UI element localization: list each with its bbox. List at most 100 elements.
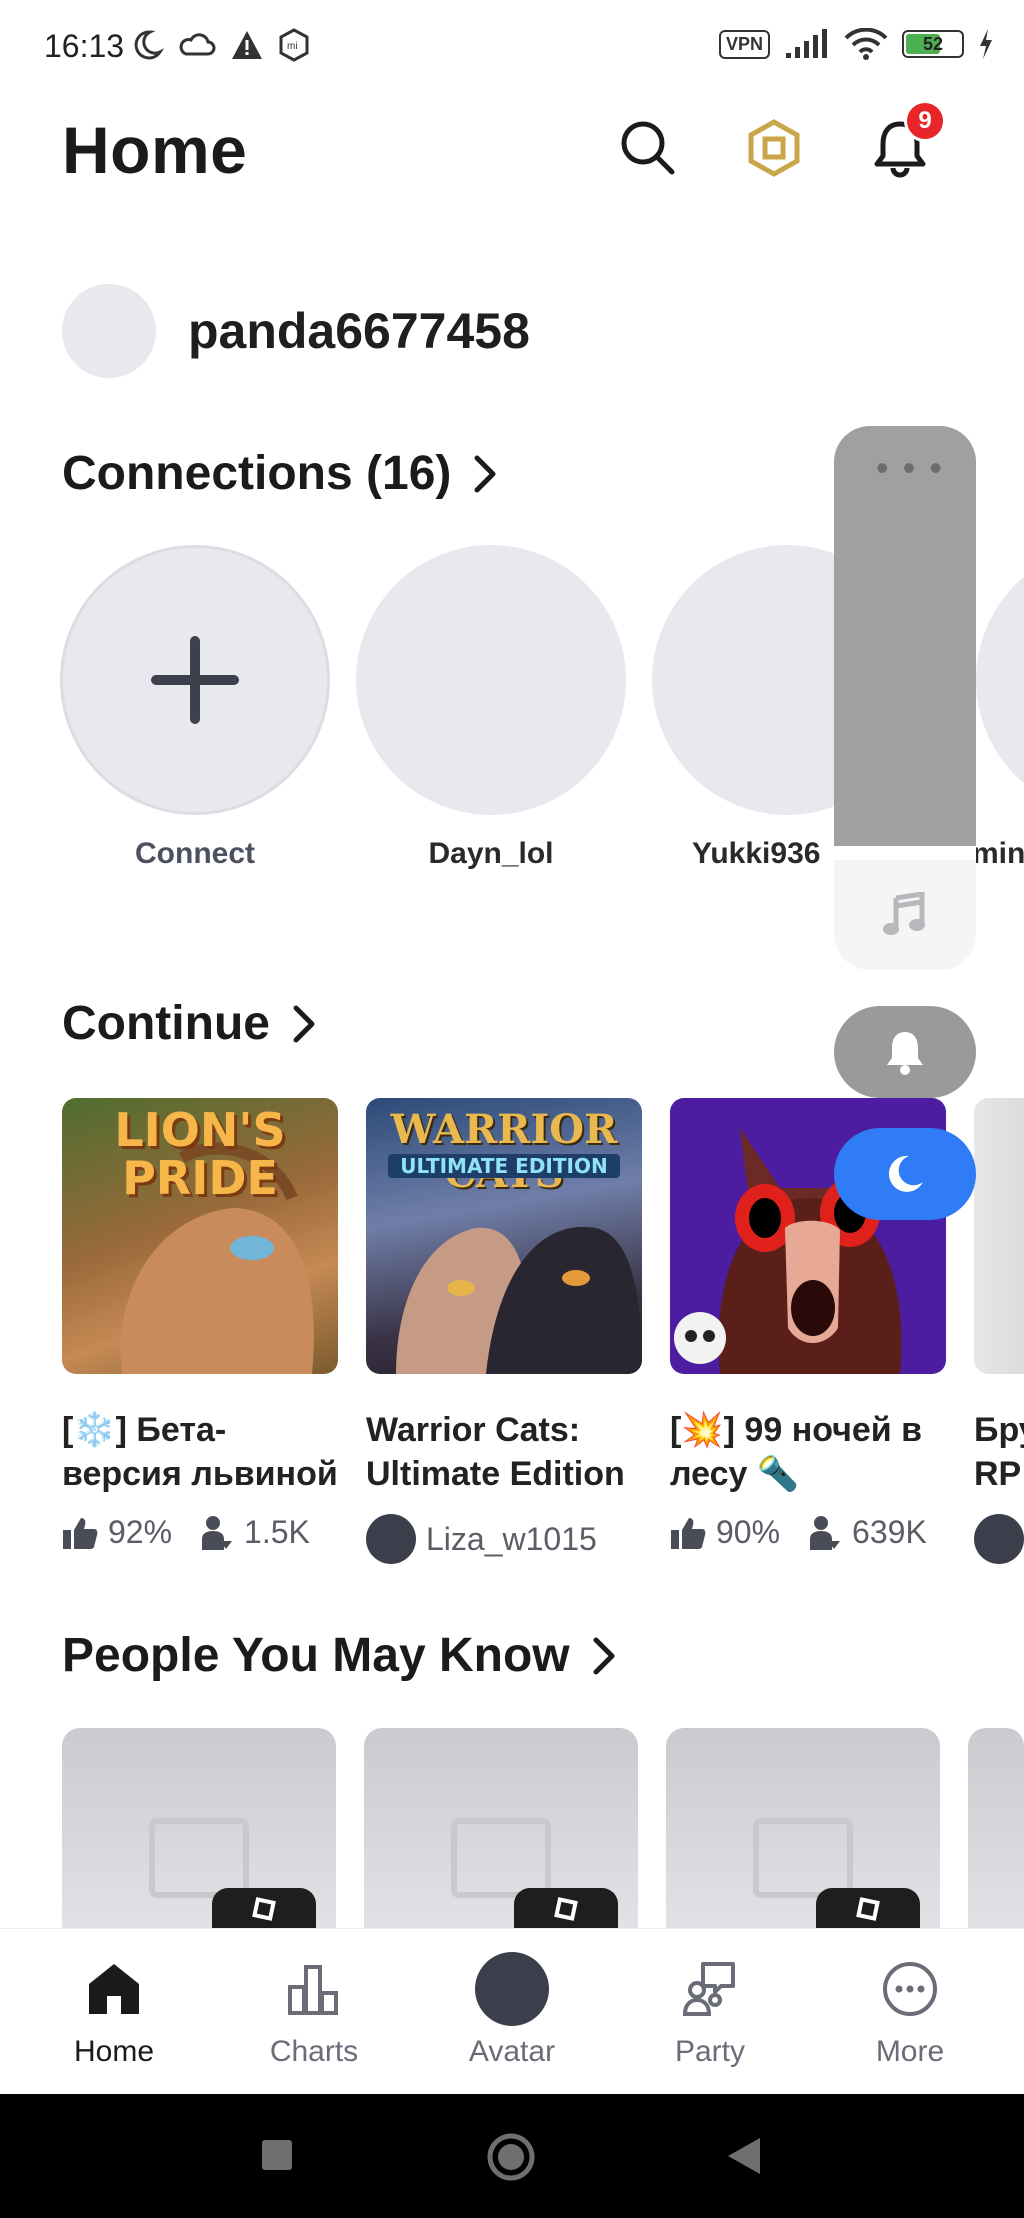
game-rating: 92% [108, 1514, 173, 1550]
search-icon [621, 121, 675, 175]
roblox-icon [252, 1897, 276, 1921]
connection-avatar [356, 545, 626, 815]
music-button[interactable] [834, 860, 976, 970]
connection-item[interactable]: min [976, 545, 1024, 871]
roblox-icon [554, 1897, 578, 1921]
robux-icon [748, 119, 800, 177]
game-tile[interactable]: Бру RP [974, 1098, 1024, 1564]
thumbs-up-icon [671, 1517, 706, 1549]
battery-indicator: 52 [902, 30, 964, 58]
bottom-nav: Home Charts Avatar Party More [0, 1928, 1024, 2094]
notification-badge: 9 [904, 100, 946, 142]
game-players: 1.5K [244, 1514, 310, 1550]
username[interactable]: panda6677458 [188, 302, 530, 360]
connection-item[interactable]: Dayn_lol [356, 545, 626, 871]
game-logo-subtitle: ULTIMATE EDITION [388, 1154, 620, 1178]
game-logo: LION'S PRIDE [114, 1103, 286, 1205]
connection-avatar [652, 545, 842, 815]
avatar[interactable] [62, 284, 156, 378]
connection-label: Yukki936 [692, 837, 821, 870]
vpn-indicator: VPN [718, 29, 770, 59]
thumbs-up-icon [63, 1517, 98, 1549]
connections-header[interactable]: Connections (16) [62, 446, 497, 501]
charts-icon [288, 1965, 338, 2015]
svg-text:mi: mi [287, 41, 298, 52]
nav-party[interactable]: Party [630, 1951, 790, 2069]
person-card[interactable] [968, 1728, 1024, 1928]
game-tile[interactable]: LION'S PRIDE [❄️] Бета-версия львиной го… [62, 1098, 338, 1551]
wifi-icon [844, 28, 888, 60]
robux-button[interactable] [736, 110, 812, 186]
people-title: People You May Know [62, 1629, 570, 1682]
game-title: [💥] 99 ночей в лесу 🔦 [670, 1411, 923, 1493]
connections-title: Connections (16) [62, 447, 452, 500]
floating-window[interactable] [834, 426, 976, 846]
roblox-icon [856, 1897, 880, 1921]
chevron-right-icon [293, 1005, 315, 1042]
mi-icon: mi [279, 28, 309, 62]
game-creator: Liza_w1015 [426, 1520, 597, 1557]
back-button[interactable] [726, 2136, 762, 2176]
players-icon [202, 1515, 233, 1550]
creator-avatar [974, 1514, 1024, 1564]
warning-icon [232, 31, 262, 59]
status-time: 16:13 [44, 28, 125, 64]
person-card[interactable] [62, 1728, 336, 1928]
game-thumbnail: LION'S PRIDE [62, 1098, 338, 1374]
connection-label: min [976, 837, 1024, 870]
bell-toggle-button[interactable] [834, 1006, 976, 1098]
game-rating: 90% [716, 1514, 781, 1550]
bell-icon [887, 1032, 923, 1075]
chevron-right-icon [593, 1637, 615, 1674]
system-navigation-bar [0, 2094, 1024, 2218]
connection-avatar [976, 545, 1024, 815]
game-title: [❄️] Бета-версия львиной гордо... [62, 1411, 338, 1493]
people-header[interactable]: People You May Know [62, 1628, 616, 1683]
more-dots-icon[interactable]: • • • [876, 450, 944, 486]
music-note-icon [883, 892, 925, 935]
person-card[interactable] [666, 1728, 940, 1928]
game-thumbnail [974, 1098, 1024, 1374]
image-placeholder-icon [451, 1818, 551, 1898]
image-placeholder-icon [149, 1818, 249, 1898]
connection-label: Dayn_lol [428, 837, 554, 870]
roblox-badge [212, 1888, 316, 1928]
home-system-button[interactable] [486, 2132, 536, 2182]
cloud-icon [179, 33, 216, 56]
nav-charts[interactable]: Charts [234, 1951, 394, 2069]
page-title: Home [62, 113, 248, 187]
home-icon [89, 1964, 139, 2014]
game-title: Warrior Cats: Ultimate Edition [366, 1411, 625, 1493]
moon-icon [888, 1155, 923, 1192]
game-tile[interactable]: WARRIOR CATS ULTIMATE EDITION Warrior Ca… [366, 1098, 642, 1564]
recents-button[interactable] [260, 2138, 294, 2172]
party-icon [682, 1962, 735, 2016]
plus-icon [151, 636, 239, 724]
connection-item[interactable]: Yukki936 [652, 545, 842, 871]
moon-toggle-button[interactable] [834, 1128, 976, 1220]
more-icon [883, 1962, 937, 2016]
image-placeholder-icon [753, 1818, 853, 1898]
roblox-badge [816, 1888, 920, 1928]
game-players: 639K [852, 1514, 927, 1550]
connection-label: Connect [135, 837, 255, 870]
creator-avatar [366, 1514, 416, 1564]
game-thumbnail: WARRIOR CATS ULTIMATE EDITION [366, 1098, 642, 1374]
continue-title: Continue [62, 997, 270, 1050]
moon-icon [134, 30, 164, 60]
status-bar: 16:13 mi VPN 52 [0, 0, 1024, 92]
players-icon [810, 1515, 841, 1550]
game-title: Бру RP [974, 1411, 1024, 1493]
nav-home[interactable]: Home [34, 1951, 194, 2069]
search-button[interactable] [610, 110, 686, 186]
roblox-badge [514, 1888, 618, 1928]
connect-button[interactable]: Connect [60, 545, 330, 871]
nav-avatar[interactable]: Avatar [432, 1951, 592, 2069]
person-card[interactable] [364, 1728, 638, 1928]
continue-header[interactable]: Continue [62, 996, 316, 1051]
chevron-right-icon [474, 455, 496, 492]
signal-icon [786, 29, 827, 58]
nav-more[interactable]: More [830, 1951, 990, 2069]
charging-icon [980, 29, 992, 59]
game-logo: WARRIOR CATS [390, 1106, 618, 1196]
